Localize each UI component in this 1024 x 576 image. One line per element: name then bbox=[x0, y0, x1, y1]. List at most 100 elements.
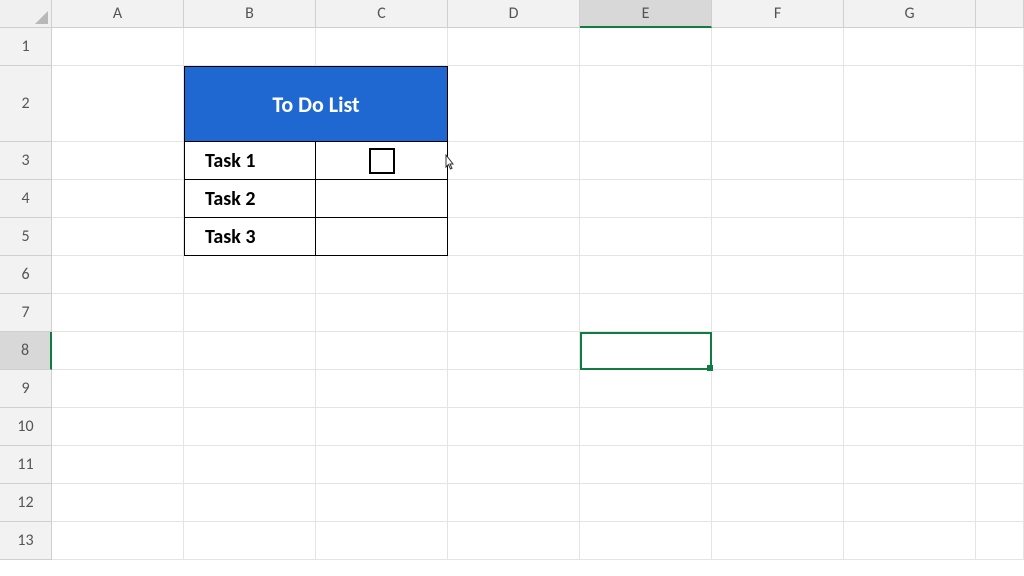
cell-G4[interactable] bbox=[844, 180, 976, 218]
cell-E10[interactable] bbox=[580, 408, 712, 446]
cell-G3[interactable] bbox=[844, 142, 976, 180]
cell-G7[interactable] bbox=[844, 294, 976, 332]
col-header-F[interactable]: F bbox=[712, 0, 844, 28]
col-header-A[interactable]: A bbox=[52, 0, 184, 28]
cell-A5[interactable] bbox=[52, 218, 184, 256]
row-header-7[interactable]: 7 bbox=[0, 294, 52, 332]
cell-A7[interactable] bbox=[52, 294, 184, 332]
cell-B10[interactable] bbox=[184, 408, 316, 446]
cell-C6[interactable] bbox=[316, 256, 448, 294]
cell-G9[interactable] bbox=[844, 370, 976, 408]
col-header-C[interactable]: C bbox=[316, 0, 448, 28]
cell-A13[interactable] bbox=[52, 522, 184, 560]
cell-B12[interactable] bbox=[184, 484, 316, 522]
cell-E8[interactable] bbox=[580, 332, 712, 370]
todo-task-3[interactable]: Task 3 bbox=[184, 218, 316, 256]
todo-task-2[interactable]: Task 2 bbox=[184, 180, 316, 218]
cell-D1[interactable] bbox=[448, 28, 580, 66]
todo-check-1[interactable] bbox=[316, 142, 448, 180]
cell-F7[interactable] bbox=[712, 294, 844, 332]
row-header-12[interactable]: 12 bbox=[0, 484, 52, 522]
cell-F6[interactable] bbox=[712, 256, 844, 294]
cell-B8[interactable] bbox=[184, 332, 316, 370]
cell-F5[interactable] bbox=[712, 218, 844, 256]
cell-A8[interactable] bbox=[52, 332, 184, 370]
cell-D5[interactable] bbox=[448, 218, 580, 256]
col-header-G[interactable]: G bbox=[844, 0, 976, 28]
cell-A1[interactable] bbox=[52, 28, 184, 66]
col-header-B[interactable]: B bbox=[184, 0, 316, 28]
row-header-4[interactable]: 4 bbox=[0, 180, 52, 218]
checkbox-icon[interactable] bbox=[369, 148, 395, 174]
cell-A4[interactable] bbox=[52, 180, 184, 218]
cell-E13[interactable] bbox=[580, 522, 712, 560]
row-header-2[interactable]: 2 bbox=[0, 66, 52, 142]
cell-F13[interactable] bbox=[712, 522, 844, 560]
cell-D13[interactable] bbox=[448, 522, 580, 560]
cell-B1[interactable] bbox=[184, 28, 316, 66]
cell-G13[interactable] bbox=[844, 522, 976, 560]
row-header-11[interactable]: 11 bbox=[0, 446, 52, 484]
cell-E11[interactable] bbox=[580, 446, 712, 484]
cell-C11[interactable] bbox=[316, 446, 448, 484]
cell-C12[interactable] bbox=[316, 484, 448, 522]
cell-F2[interactable] bbox=[712, 66, 844, 142]
col-header-E[interactable]: E bbox=[580, 0, 712, 28]
cell-A6[interactable] bbox=[52, 256, 184, 294]
todo-task-1[interactable]: Task 1 bbox=[184, 142, 316, 180]
cell-G12[interactable] bbox=[844, 484, 976, 522]
cell-B6[interactable] bbox=[184, 256, 316, 294]
row-header-13[interactable]: 13 bbox=[0, 522, 52, 560]
row-header-8[interactable]: 8 bbox=[0, 332, 52, 370]
cell-E9[interactable] bbox=[580, 370, 712, 408]
todo-check-2[interactable] bbox=[316, 180, 448, 218]
cell-D7[interactable] bbox=[448, 294, 580, 332]
cell-D2[interactable] bbox=[448, 66, 580, 142]
cell-A9[interactable] bbox=[52, 370, 184, 408]
row-header-6[interactable]: 6 bbox=[0, 256, 52, 294]
cell-F12[interactable] bbox=[712, 484, 844, 522]
cell-A10[interactable] bbox=[52, 408, 184, 446]
cell-C13[interactable] bbox=[316, 522, 448, 560]
cell-B7[interactable] bbox=[184, 294, 316, 332]
cell-F10[interactable] bbox=[712, 408, 844, 446]
cell-F4[interactable] bbox=[712, 180, 844, 218]
cell-E5[interactable] bbox=[580, 218, 712, 256]
cell-G6[interactable] bbox=[844, 256, 976, 294]
cell-F1[interactable] bbox=[712, 28, 844, 66]
cell-D10[interactable] bbox=[448, 408, 580, 446]
cell-E3[interactable] bbox=[580, 142, 712, 180]
select-all-corner[interactable] bbox=[0, 0, 52, 28]
cell-D8[interactable] bbox=[448, 332, 580, 370]
cell-A2[interactable] bbox=[52, 66, 184, 142]
row-header-5[interactable]: 5 bbox=[0, 218, 52, 256]
cell-G8[interactable] bbox=[844, 332, 976, 370]
cell-C9[interactable] bbox=[316, 370, 448, 408]
cell-G11[interactable] bbox=[844, 446, 976, 484]
cell-D9[interactable] bbox=[448, 370, 580, 408]
cell-G1[interactable] bbox=[844, 28, 976, 66]
cell-D6[interactable] bbox=[448, 256, 580, 294]
row-header-3[interactable]: 3 bbox=[0, 142, 52, 180]
cell-G2[interactable] bbox=[844, 66, 976, 142]
cell-G5[interactable] bbox=[844, 218, 976, 256]
cell-F11[interactable] bbox=[712, 446, 844, 484]
cell-E7[interactable] bbox=[580, 294, 712, 332]
cell-A3[interactable] bbox=[52, 142, 184, 180]
row-header-9[interactable]: 9 bbox=[0, 370, 52, 408]
todo-check-3[interactable] bbox=[316, 218, 448, 256]
cell-F9[interactable] bbox=[712, 370, 844, 408]
cell-G10[interactable] bbox=[844, 408, 976, 446]
cell-D12[interactable] bbox=[448, 484, 580, 522]
cell-E4[interactable] bbox=[580, 180, 712, 218]
cell-E12[interactable] bbox=[580, 484, 712, 522]
cell-E2[interactable] bbox=[580, 66, 712, 142]
row-header-10[interactable]: 10 bbox=[0, 408, 52, 446]
cell-D3[interactable] bbox=[448, 142, 580, 180]
cell-B11[interactable] bbox=[184, 446, 316, 484]
todo-list-header[interactable]: To Do List bbox=[184, 66, 448, 142]
cell-E6[interactable] bbox=[580, 256, 712, 294]
cell-C7[interactable] bbox=[316, 294, 448, 332]
cell-A11[interactable] bbox=[52, 446, 184, 484]
cell-D11[interactable] bbox=[448, 446, 580, 484]
